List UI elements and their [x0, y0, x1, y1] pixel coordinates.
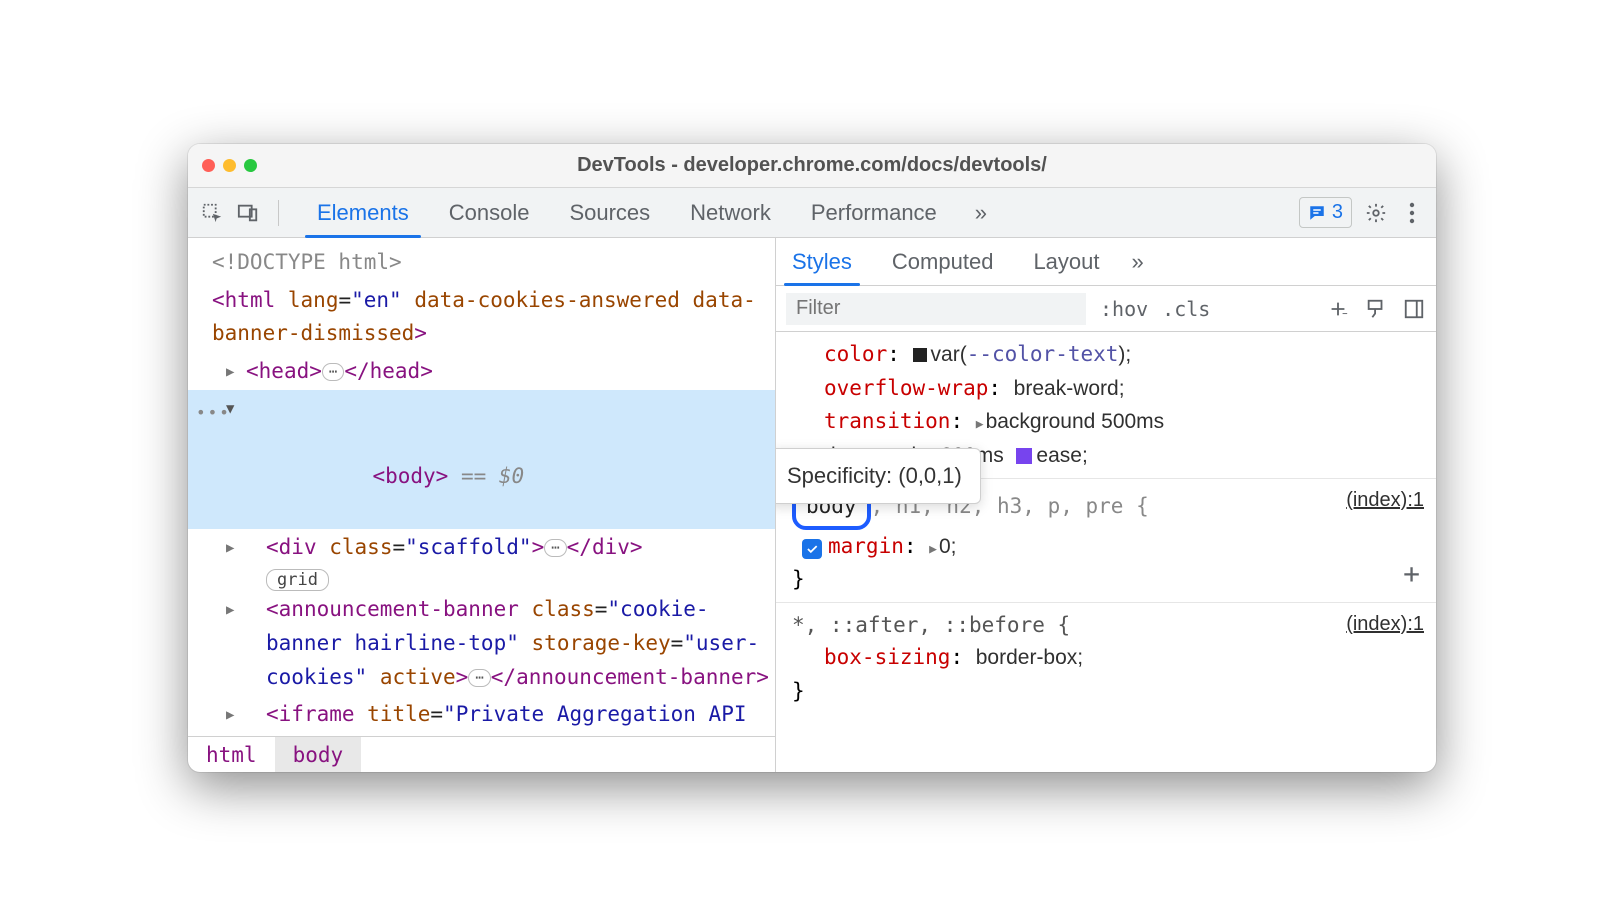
sub-tab-layout[interactable]: Layout	[1025, 238, 1107, 285]
minimize-window-button[interactable]	[223, 159, 236, 172]
breadcrumb-body[interactable]: body	[275, 737, 362, 772]
styles-filter-input[interactable]	[786, 293, 1086, 325]
rule-block-2[interactable]: (index):1 *, ::after, ::before { box-siz…	[776, 603, 1436, 714]
add-property-icon[interactable]: +	[1403, 552, 1420, 595]
maximize-window-button[interactable]	[244, 159, 257, 172]
new-style-rule-icon[interactable]	[1326, 297, 1350, 321]
elements-panel: <!DOCTYPE html> <html lang="en" data-coo…	[188, 238, 776, 772]
tab-network[interactable]: Network	[670, 188, 791, 237]
dom-doctype[interactable]: <!DOCTYPE html>	[188, 244, 775, 282]
rule-close: }	[792, 675, 1424, 708]
tab-console[interactable]: Console	[429, 188, 550, 237]
device-toggle-icon[interactable]	[236, 201, 260, 225]
devtools-window: DevTools - developer.chrome.com/docs/dev…	[188, 144, 1436, 772]
window-controls	[188, 159, 257, 172]
divider	[278, 200, 279, 226]
rule-selector[interactable]: *, ::after, ::before {	[792, 609, 1424, 642]
styles-subtabs: Styles Computed Layout »	[776, 238, 1436, 286]
sub-tab-computed[interactable]: Computed	[884, 238, 1002, 285]
panel-tabs: Elements Console Sources Network Perform…	[297, 188, 957, 237]
main-toolbar: Elements Console Sources Network Perform…	[188, 188, 1436, 238]
source-link[interactable]: (index):1	[1346, 609, 1424, 640]
dom-tree[interactable]: <!DOCTYPE html> <html lang="en" data-coo…	[188, 238, 775, 736]
hover-toggle[interactable]: :hov	[1100, 297, 1148, 321]
property-enabled-checkbox[interactable]	[802, 539, 822, 559]
dom-html-open[interactable]: <html lang="en" data-cookies-answered da…	[188, 282, 775, 353]
dom-iframe[interactable]: ▶<iframe title="Private Aggregation API …	[188, 696, 775, 736]
paint-brush-icon[interactable]	[1364, 297, 1388, 321]
tab-performance[interactable]: Performance	[791, 188, 957, 237]
source-link[interactable]: (index):1	[1346, 485, 1424, 516]
styles-filter-row: :hov .cls	[776, 286, 1436, 332]
styles-panel: Styles Computed Layout » :hov .cls color…	[776, 238, 1436, 772]
tab-sources[interactable]: Sources	[549, 188, 670, 237]
ellipsis-icon[interactable]: ⋯	[322, 363, 344, 381]
color-swatch-icon[interactable]	[913, 348, 927, 362]
dom-body-selected[interactable]: ••• ▼<body> == $0	[188, 390, 775, 528]
settings-icon[interactable]	[1364, 201, 1388, 225]
expand-icon[interactable]: ▶	[976, 417, 984, 432]
titlebar: DevTools - developer.chrome.com/docs/dev…	[188, 144, 1436, 188]
rule-close: }	[792, 563, 1424, 596]
inspect-element-icon[interactable]	[200, 201, 224, 225]
close-window-button[interactable]	[202, 159, 215, 172]
dom-scaffold[interactable]: ▶<div class="scaffold">⋯</div>	[188, 529, 775, 567]
specificity-tooltip: Specificity: (0,0,1)	[776, 448, 981, 504]
dom-head[interactable]: ▶<head>⋯</head>	[188, 353, 775, 391]
more-options-icon[interactable]	[1400, 201, 1424, 225]
more-subtabs-icon[interactable]: »	[1132, 249, 1144, 275]
content-area: <!DOCTYPE html> <html lang="en" data-coo…	[188, 238, 1436, 772]
grid-badge[interactable]: grid	[188, 566, 775, 591]
layout-panel-icon[interactable]	[1402, 297, 1426, 321]
window-title: DevTools - developer.chrome.com/docs/dev…	[188, 154, 1436, 177]
chat-icon	[1308, 204, 1326, 222]
more-tabs-icon[interactable]: »	[969, 200, 993, 226]
cls-toggle[interactable]: .cls	[1162, 297, 1210, 321]
sub-tab-styles[interactable]: Styles	[784, 238, 860, 285]
issues-badge[interactable]: 3	[1299, 197, 1352, 228]
dom-announcement-banner[interactable]: ▶<announcement-banner class="cookie-bann…	[188, 591, 775, 696]
breadcrumb: html body	[188, 736, 775, 772]
ellipsis-icon[interactable]: ⋯	[468, 669, 490, 687]
ellipsis-icon[interactable]: ⋯	[544, 539, 566, 557]
breadcrumb-html[interactable]: html	[188, 737, 275, 772]
tab-elements[interactable]: Elements	[297, 188, 429, 237]
styles-rules: color: var(--color-text); overflow-wrap:…	[776, 332, 1436, 772]
issues-count: 3	[1332, 201, 1343, 224]
expand-icon[interactable]: ▶	[929, 542, 937, 557]
easing-swatch-icon[interactable]	[1016, 448, 1032, 464]
